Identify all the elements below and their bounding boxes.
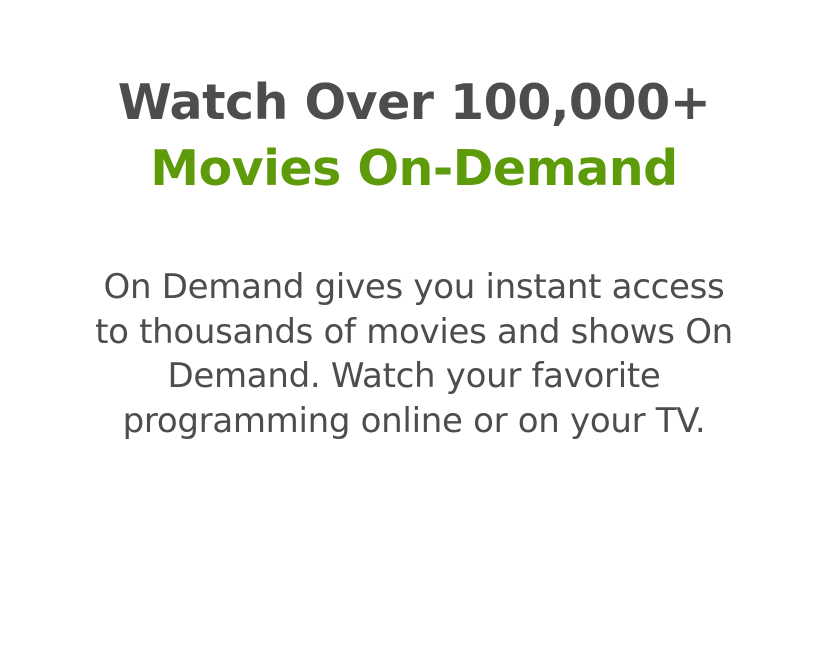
hero-section: Watch Over 100,000+ Movies On-Demand On … [0, 0, 828, 651]
headline-line-1: Watch Over 100,000+ [117, 74, 711, 131]
headline-line-2-highlight: Movies On-Demand [150, 140, 678, 197]
description-line: Demand. Watch your favorite [167, 356, 661, 396]
description-line: On Demand gives you instant access [103, 267, 725, 307]
description-line: to thousands of movies and shows On [95, 311, 733, 352]
description: On Demand gives you instant access to th… [74, 265, 754, 443]
headline: Watch Over 100,000+ Movies On-Demand [0, 70, 828, 202]
description-line: programming online or on your TV. [122, 400, 706, 441]
